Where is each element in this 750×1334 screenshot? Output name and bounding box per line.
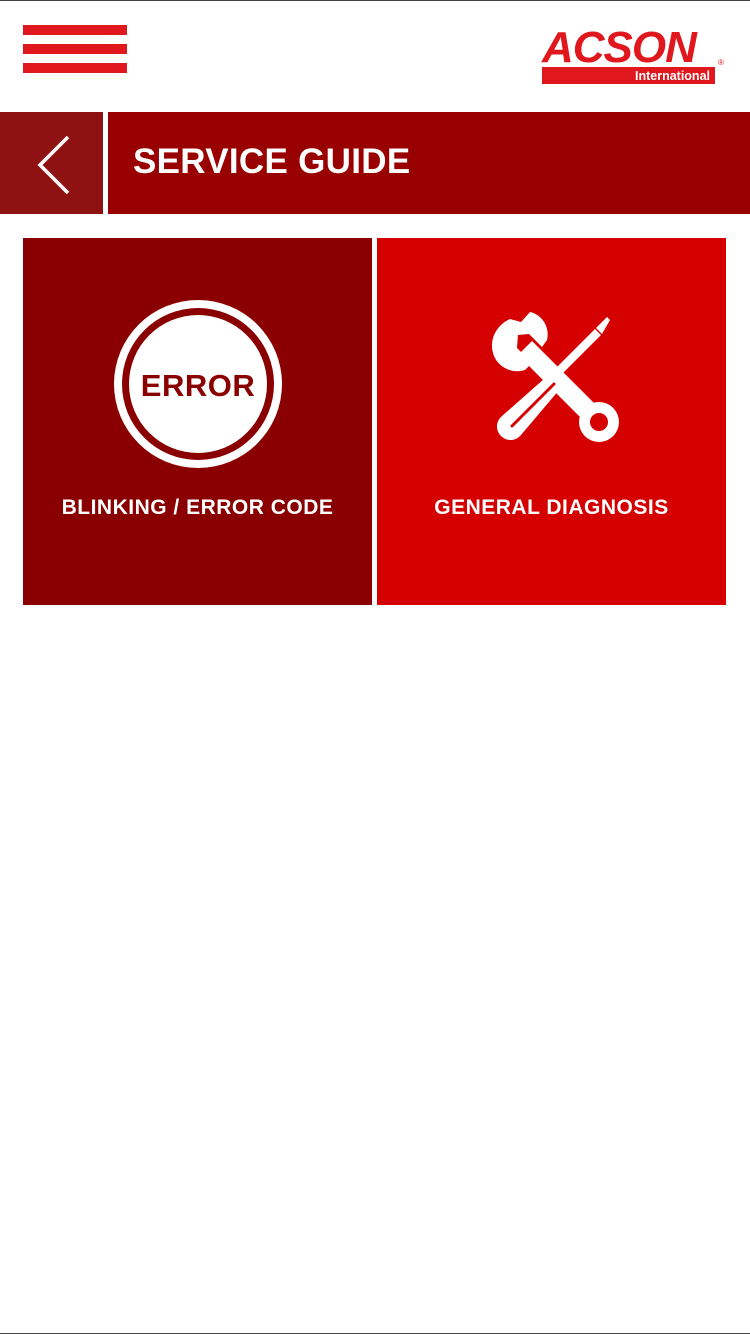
menu-bar	[23, 44, 127, 54]
hamburger-menu-icon	[23, 25, 127, 35]
menu-bar	[23, 63, 127, 73]
back-button[interactable]	[0, 112, 103, 214]
error-badge-icon-wrap: ERROR	[23, 298, 372, 468]
logo-brand-text: ACSON	[541, 25, 698, 72]
logo-registered-mark: ®	[718, 58, 724, 67]
wrench-screwdriver-icon	[491, 312, 619, 442]
error-badge-text: ERROR	[140, 368, 254, 403]
tools-icon-wrap	[377, 298, 726, 468]
chevron-left-icon	[37, 135, 70, 195]
blinking-error-code-tile[interactable]: ERROR BLINKING / ERROR CODE	[23, 238, 372, 605]
acson-logo: ACSON ® International	[540, 25, 728, 87]
logo-sub-text: International	[635, 69, 710, 83]
page-title: SERVICE GUIDE	[133, 142, 411, 181]
menu-button[interactable]	[23, 24, 127, 74]
title-bar: SERVICE GUIDE	[108, 112, 750, 214]
app-screen: ACSON ® International SERVICE GUIDE ERRO…	[0, 0, 750, 1334]
tile-label-general-diagnosis: GENERAL DIAGNOSIS	[434, 496, 669, 519]
general-diagnosis-tile[interactable]: GENERAL DIAGNOSIS	[377, 238, 726, 605]
error-badge-icon: ERROR	[113, 300, 282, 468]
tile-label-error-code: BLINKING / ERROR CODE	[61, 496, 334, 519]
